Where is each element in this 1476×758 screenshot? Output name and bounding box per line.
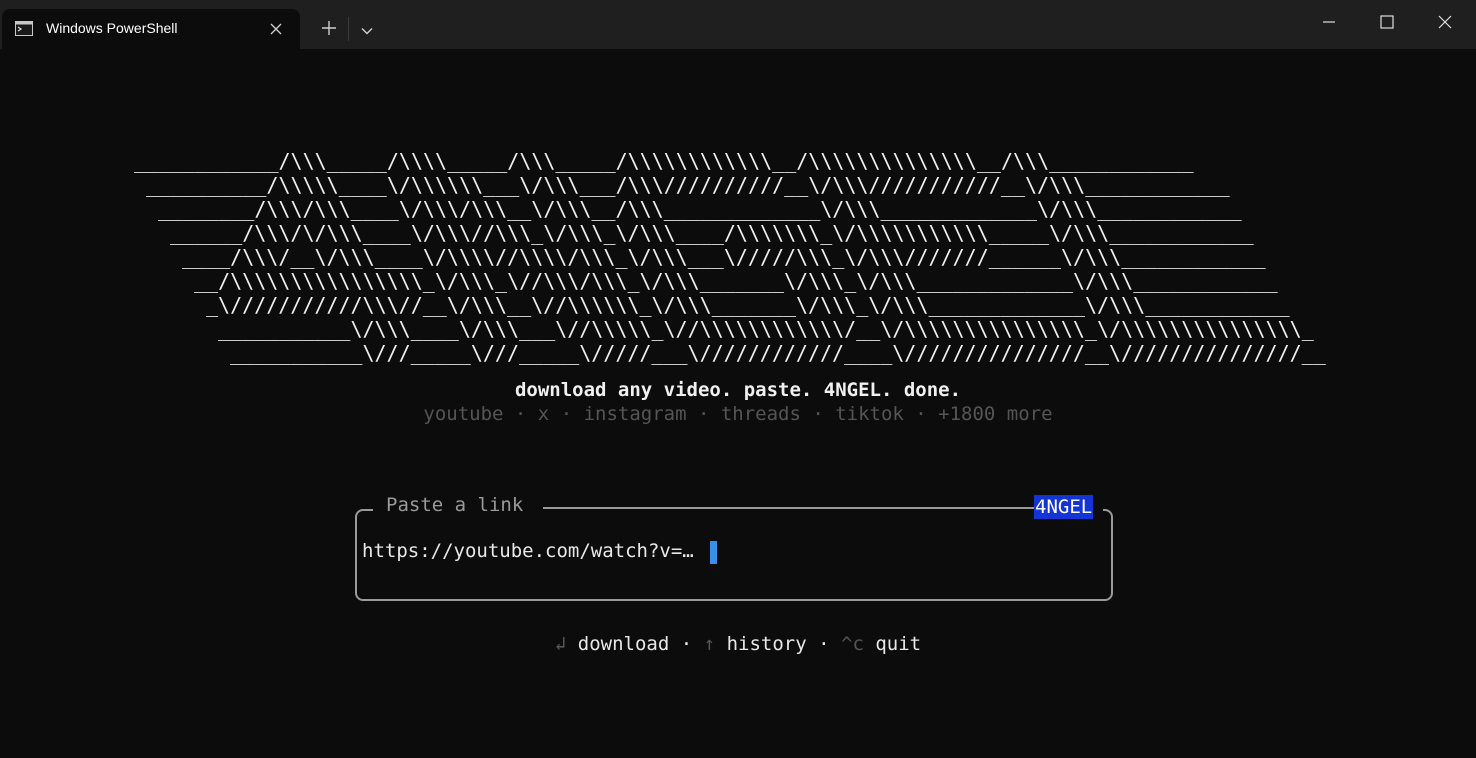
banner-line: _\///////////\\\//__\/\\\__\//\\\\\\_\/\… (206, 293, 1290, 317)
terminal-icon (15, 21, 33, 36)
minimize-button[interactable] (1300, 0, 1358, 46)
terminal-window: Windows PowerShell ____________/\\\_____… (0, 0, 1476, 758)
hint-separator: · (818, 633, 830, 655)
close-icon[interactable] (266, 19, 286, 39)
ctrl-c-key: ^c (841, 633, 864, 655)
banner-line: ____/\\\/__\/\\\____\/\\\\//\\\\/\\\_\/\… (182, 245, 1266, 269)
maximize-icon (1380, 14, 1394, 33)
divider (348, 17, 349, 41)
new-tab-button[interactable] (312, 12, 346, 46)
tagline: download any video. paste. 4NGEL. done. (514, 379, 962, 401)
box-border-mask (1093, 499, 1103, 519)
chevron-down-icon (361, 20, 373, 39)
terminal-body[interactable]: ____________/\\\_____/\\\\_____/\\\_____… (0, 49, 1476, 758)
maximize-button[interactable] (1358, 0, 1416, 46)
plus-icon (322, 20, 336, 39)
supported-platforms: youtube · x · instagram · threads · tikt… (423, 403, 1053, 425)
input-title: Paste a link (386, 494, 524, 516)
tab-dropdown-button[interactable] (350, 12, 384, 46)
hint-download: download (577, 633, 670, 655)
minimize-icon (1322, 14, 1336, 33)
hint-separator: · (680, 633, 693, 655)
enter-key-icon: ↲ (554, 633, 567, 655)
banner-line: __________/\\\\\____\/\\\\\\___\/\\\___/… (146, 173, 1230, 197)
hint-quit: quit (875, 633, 922, 655)
app-badge: 4NGEL (1034, 495, 1094, 519)
box-title-rule (543, 507, 1034, 509)
banner-line: ___________\/\\\____\/\\\___\//\\\\\_\//… (218, 317, 1314, 341)
hint-history: history (726, 633, 807, 655)
banner-line: ______/\\\/\/\\\____\/\\\//\\\_\/\\\_\/\… (170, 221, 1254, 245)
banner-line: ____________/\\\_____/\\\\_____/\\\_____… (134, 149, 1194, 173)
banner-line: ________/\\\/\\\____\/\\\/\\\__\/\\\__/\… (158, 197, 1242, 221)
up-arrow-icon: ↑ (703, 633, 716, 655)
link-input[interactable]: https://youtube.com/watch?v=… (362, 540, 694, 562)
keyboard-hints: ↲ download · ↑ history · ^c quit (0, 633, 1476, 655)
banner-line: __/\\\\\\\\\\\\\\\\_\/\\\_\//\\\/\\\_\/\… (194, 269, 1278, 293)
tab-powershell[interactable]: Windows PowerShell (2, 9, 300, 49)
tab-title: Windows PowerShell (46, 20, 178, 36)
close-icon (1438, 14, 1452, 33)
banner-line: ___________\///_____\///_____\/////___\/… (230, 341, 1326, 365)
text-cursor (710, 541, 717, 564)
title-bar: Windows PowerShell (0, 0, 1476, 49)
close-window-button[interactable] (1416, 0, 1474, 46)
